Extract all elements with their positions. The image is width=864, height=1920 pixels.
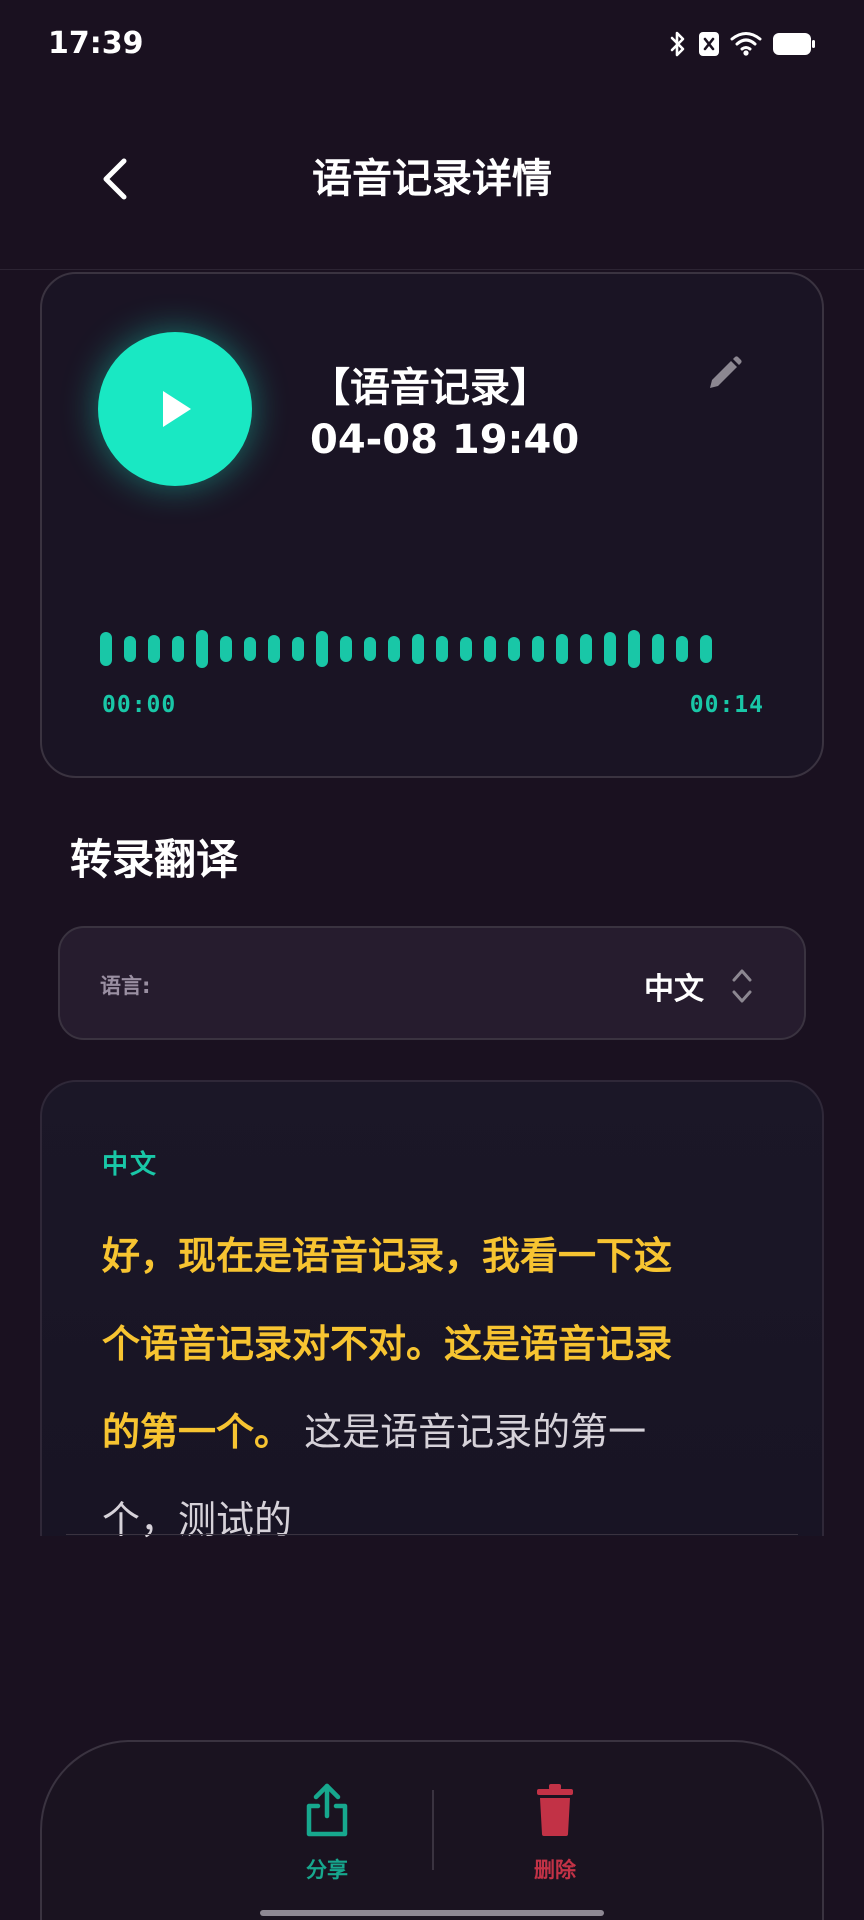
waveform-bar (580, 634, 592, 664)
divider (66, 1534, 798, 1535)
waveform-bar (292, 637, 304, 661)
transcript-text: 好，现在是语音记录，我看一下这个语音记录对不对。这是语音记录的第一个。 这是语音… (102, 1212, 672, 1564)
pencil-icon (710, 356, 742, 388)
waveform-bar (388, 636, 400, 662)
delete-button[interactable]: 删除 (510, 1782, 600, 1892)
share-label: 分享 (306, 1858, 348, 1882)
waveform-bar (460, 637, 472, 661)
waveform-bar (652, 634, 664, 664)
waveform-bar (124, 636, 136, 662)
delete-label: 删除 (534, 1858, 576, 1882)
waveform-bar (148, 635, 160, 663)
waveform-bar (436, 636, 448, 662)
trash-icon (537, 1784, 573, 1836)
transcript-language: 中文 (102, 1150, 159, 1180)
share-button[interactable]: 分享 (282, 1782, 372, 1892)
waveform-bar (100, 632, 112, 666)
section-title: 转录翻译 (70, 835, 239, 884)
signal-off-icon (699, 32, 719, 56)
bluetooth-icon (670, 31, 685, 57)
waveform-bar (604, 632, 616, 666)
play-icon (163, 391, 191, 427)
battery-icon (773, 33, 815, 55)
waveform-bar (268, 635, 280, 663)
app-header: 语音记录详情 (0, 92, 864, 270)
edit-button[interactable] (704, 354, 744, 394)
recording-title: 【语音记录】 04-08 19:40 (310, 362, 579, 466)
language-label: 语言: (100, 974, 151, 998)
waveform-bar (364, 637, 376, 661)
waveform-bar (628, 630, 640, 668)
playback-time-end: 00:14 (689, 692, 764, 718)
page-title: 语音记录详情 (312, 156, 552, 202)
status-bar: 17:39 (0, 0, 864, 92)
bottom-action-bar: 分享 删除 (40, 1740, 824, 1920)
waveform-bar (220, 636, 232, 662)
player-card: 【语音记录】 04-08 19:40 00:00 00:14 (40, 272, 824, 778)
status-icons (668, 30, 816, 58)
waveform-bar (508, 637, 520, 661)
share-icon (306, 1783, 348, 1837)
home-indicator (260, 1910, 604, 1916)
waveform-bar (196, 630, 208, 668)
action-divider (432, 1790, 434, 1870)
language-value: 中文 (644, 972, 704, 1007)
waveform-bar (532, 636, 544, 662)
wifi-icon (730, 32, 762, 56)
status-time: 17:39 (48, 26, 144, 61)
play-button[interactable] (98, 332, 252, 486)
transcript-card: 中文 好，现在是语音记录，我看一下这个语音记录对不对。这是语音记录的第一个。 这… (40, 1080, 824, 1542)
waveform-bar (340, 636, 352, 662)
waveform-bar (316, 631, 328, 667)
recording-datetime: 04-08 19:40 (310, 417, 580, 463)
sort-arrows-icon (732, 969, 752, 1003)
waveform-bar (556, 634, 568, 664)
waveform-bar (484, 636, 496, 662)
waveform-bar (244, 637, 256, 661)
waveform-bar (700, 635, 712, 663)
waveform-bar (412, 634, 424, 664)
audio-waveform[interactable] (100, 620, 730, 680)
recording-title-line1: 【语音记录】 (310, 365, 550, 411)
waveform-bar (172, 636, 184, 662)
language-select[interactable]: 语言: 中文 (58, 926, 806, 1040)
waveform-bar (676, 636, 688, 662)
playback-time-start: 00:00 (102, 692, 177, 718)
